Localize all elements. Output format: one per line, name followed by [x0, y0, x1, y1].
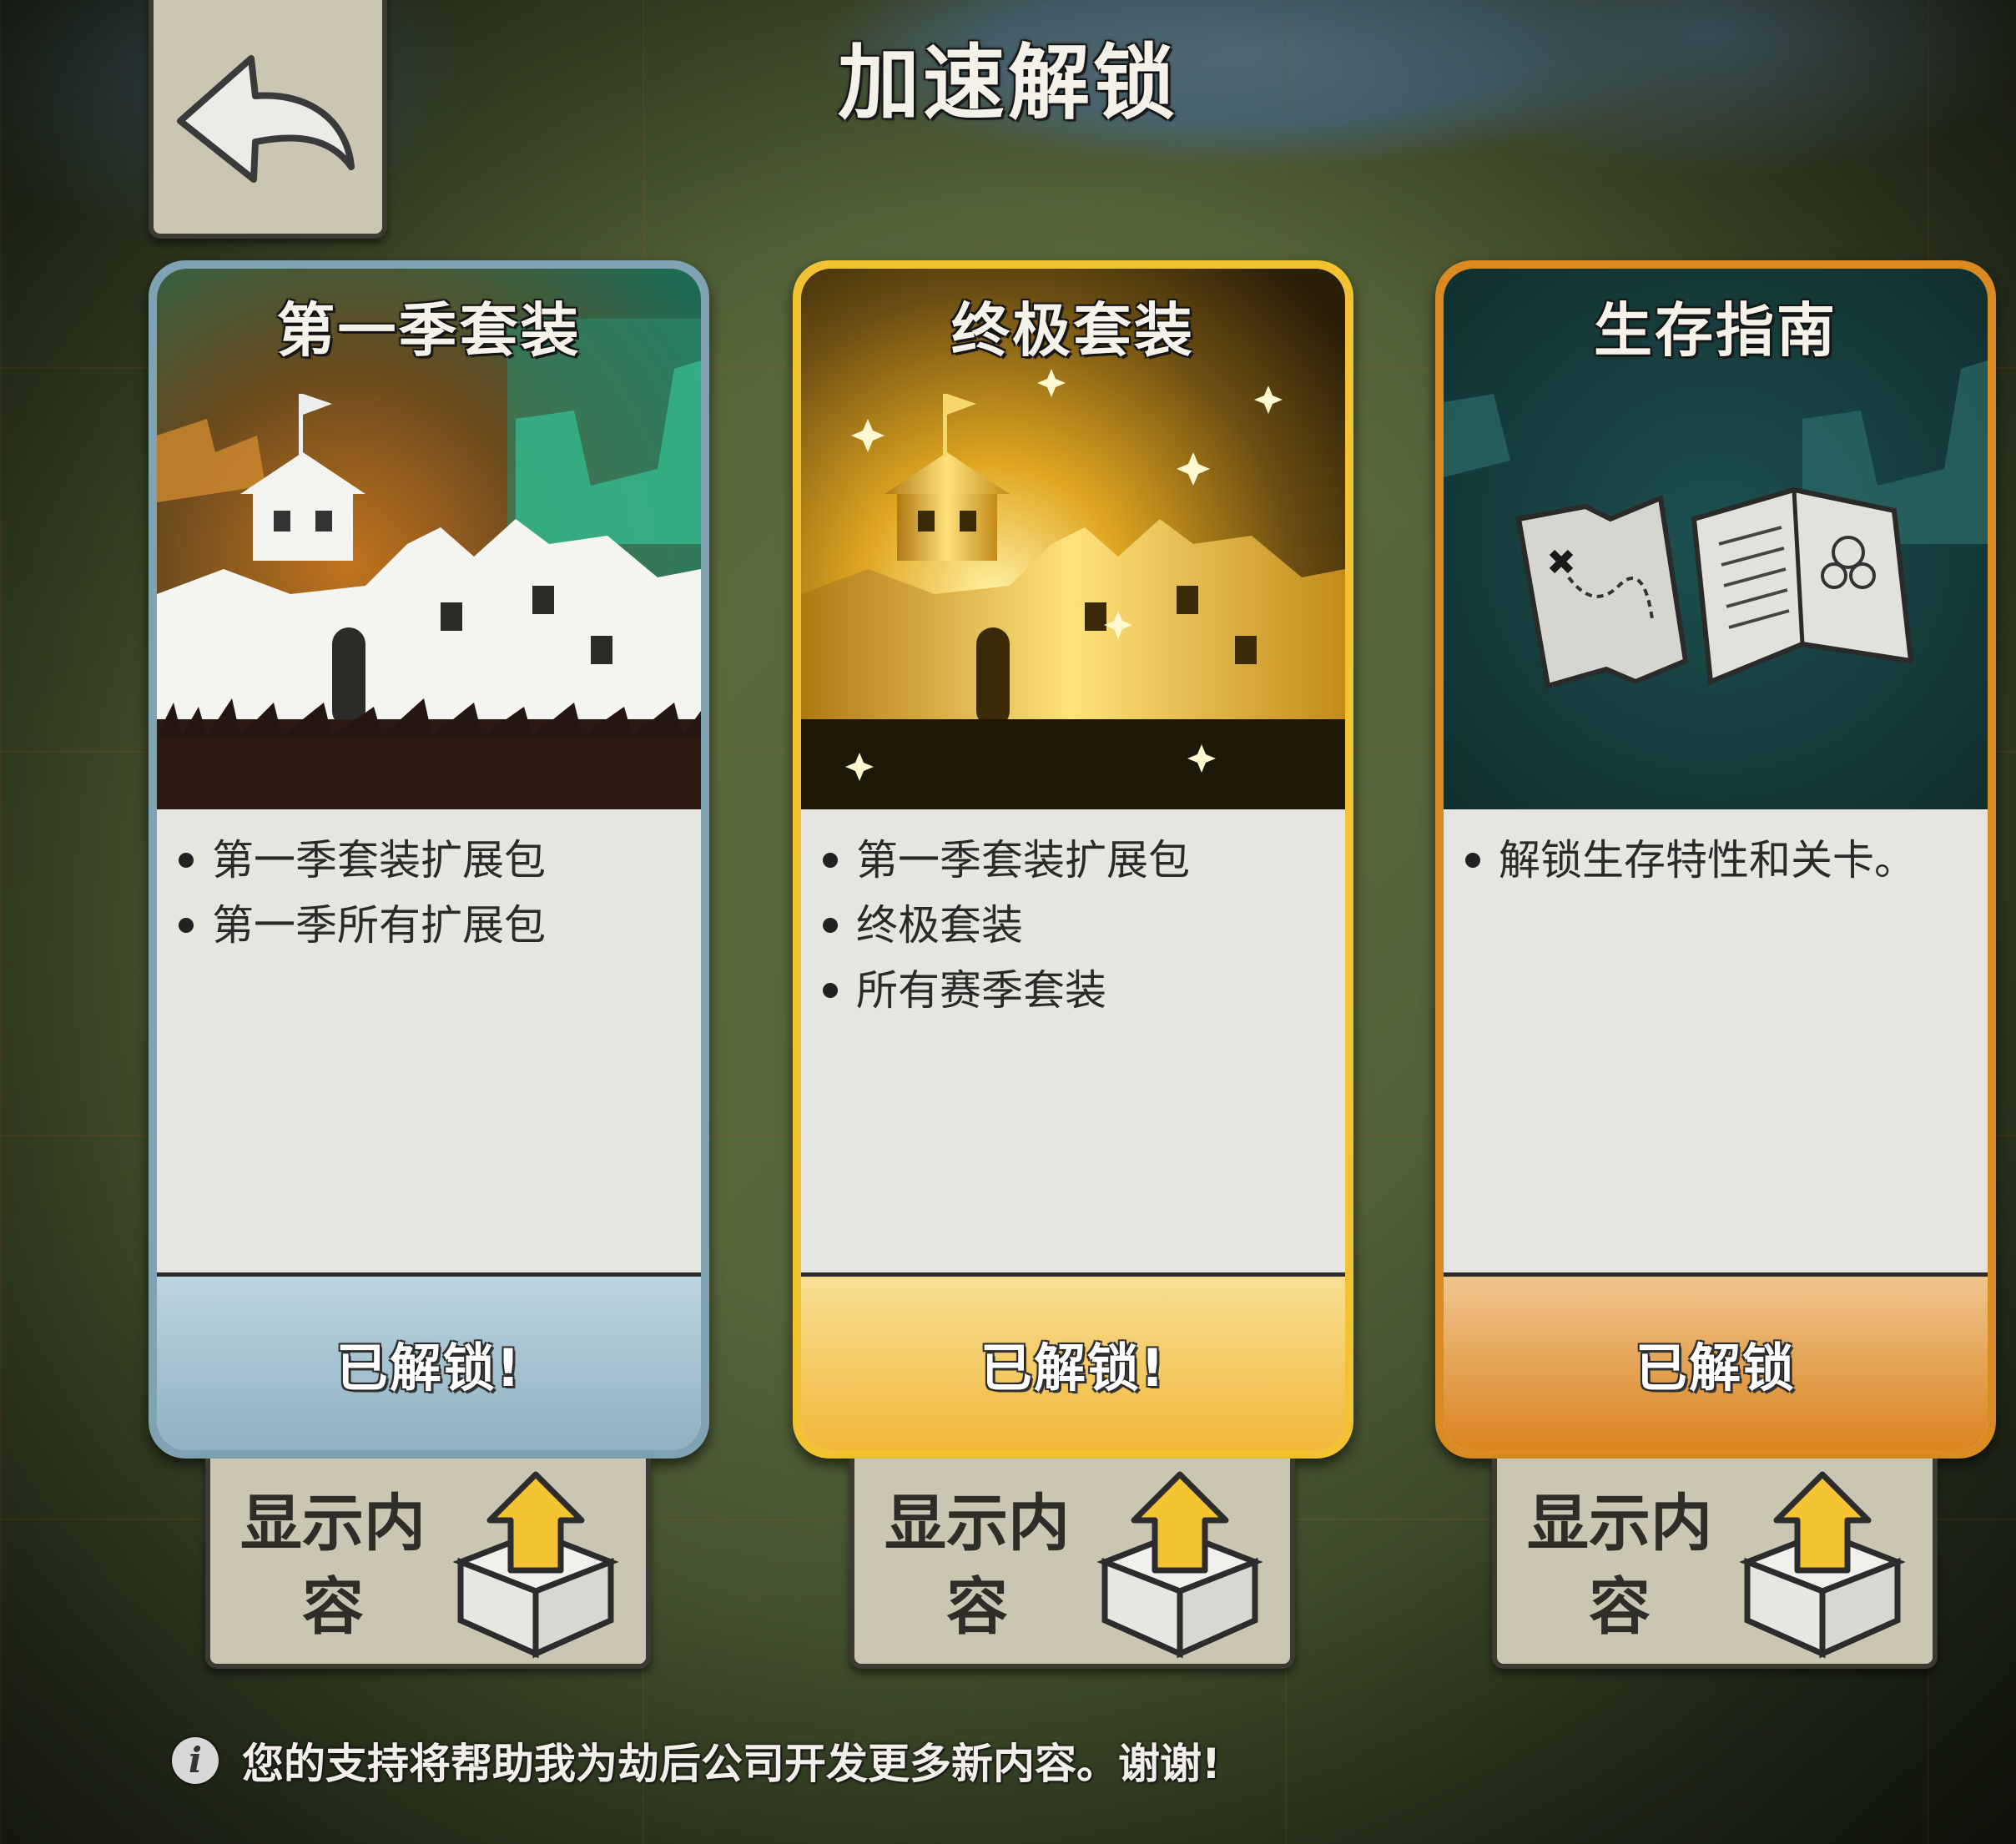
card-title: 生存指南 — [1594, 296, 1837, 365]
feature-item: 第一季套装扩展包 — [818, 828, 1345, 893]
show-content-button-ultimate[interactable]: 显示内容 — [849, 1459, 1295, 1669]
page-title: 加速解锁 — [837, 36, 1178, 131]
open-box-upload-icon — [452, 1471, 619, 1659]
feature-list: 第一季套装扩展包 第一季所有扩展包 — [157, 809, 701, 958]
feature-item: 第一季套装扩展包 — [174, 828, 701, 893]
status-bar: 已解锁 — [1444, 1272, 1988, 1450]
feature-list: 解锁生存特性和关卡。 — [1444, 809, 1988, 893]
support-message: 您的支持将帮助我为劫后公司开发更多新内容。谢谢! — [242, 1740, 1221, 1788]
feature-item: 所有赛季套装 — [818, 958, 1345, 1023]
status-bar: 已解锁! — [157, 1272, 701, 1450]
show-content-label: 显示内容 — [885, 1488, 1070, 1643]
show-content-button-survival-guide[interactable]: 显示内容 — [1492, 1459, 1938, 1669]
unlocked-label: 已解锁! — [335, 1338, 522, 1398]
support-note: i 您的支持将帮助我为劫后公司开发更多新内容。谢谢! — [172, 1731, 1221, 1791]
unlocked-label: 已解锁! — [980, 1338, 1167, 1398]
unlocked-label: 已解锁 — [1635, 1338, 1796, 1398]
open-box-upload-icon — [1739, 1471, 1906, 1659]
season-one-artwork: 第一季套装 — [157, 269, 701, 809]
open-box-upload-icon — [1096, 1471, 1263, 1659]
show-content-label: 显示内容 — [240, 1488, 426, 1643]
info-icon: i — [172, 1737, 219, 1784]
show-content-button-season-one[interactable]: 显示内容 — [205, 1459, 651, 1669]
status-bar: 已解锁! — [801, 1272, 1345, 1450]
show-content-label: 显示内容 — [1527, 1488, 1712, 1643]
card-title: 第一季套装 — [276, 296, 582, 365]
survival-guide-artwork: 生存指南 — [1444, 269, 1988, 809]
pack-card-season-one[interactable]: 第一季套装 第一季套装扩展包 第一季所有扩展包 已解锁! — [149, 260, 709, 1459]
pack-card-ultimate[interactable]: 终极套装 第一季套装扩展包 终极套装 所有赛季套装 已解锁! — [793, 260, 1353, 1459]
feature-list: 第一季套装扩展包 终极套装 所有赛季套装 — [801, 809, 1345, 1023]
card-title: 终极套装 — [951, 296, 1195, 365]
feature-item: 第一季所有扩展包 — [174, 893, 701, 958]
feature-item: 解锁生存特性和关卡。 — [1460, 828, 1988, 893]
ultimate-artwork: 终极套装 — [801, 269, 1345, 809]
feature-item: 终极套装 — [818, 893, 1345, 958]
pack-card-survival-guide[interactable]: 生存指南 解锁生存特性和关卡。 已解锁 — [1435, 260, 1996, 1459]
